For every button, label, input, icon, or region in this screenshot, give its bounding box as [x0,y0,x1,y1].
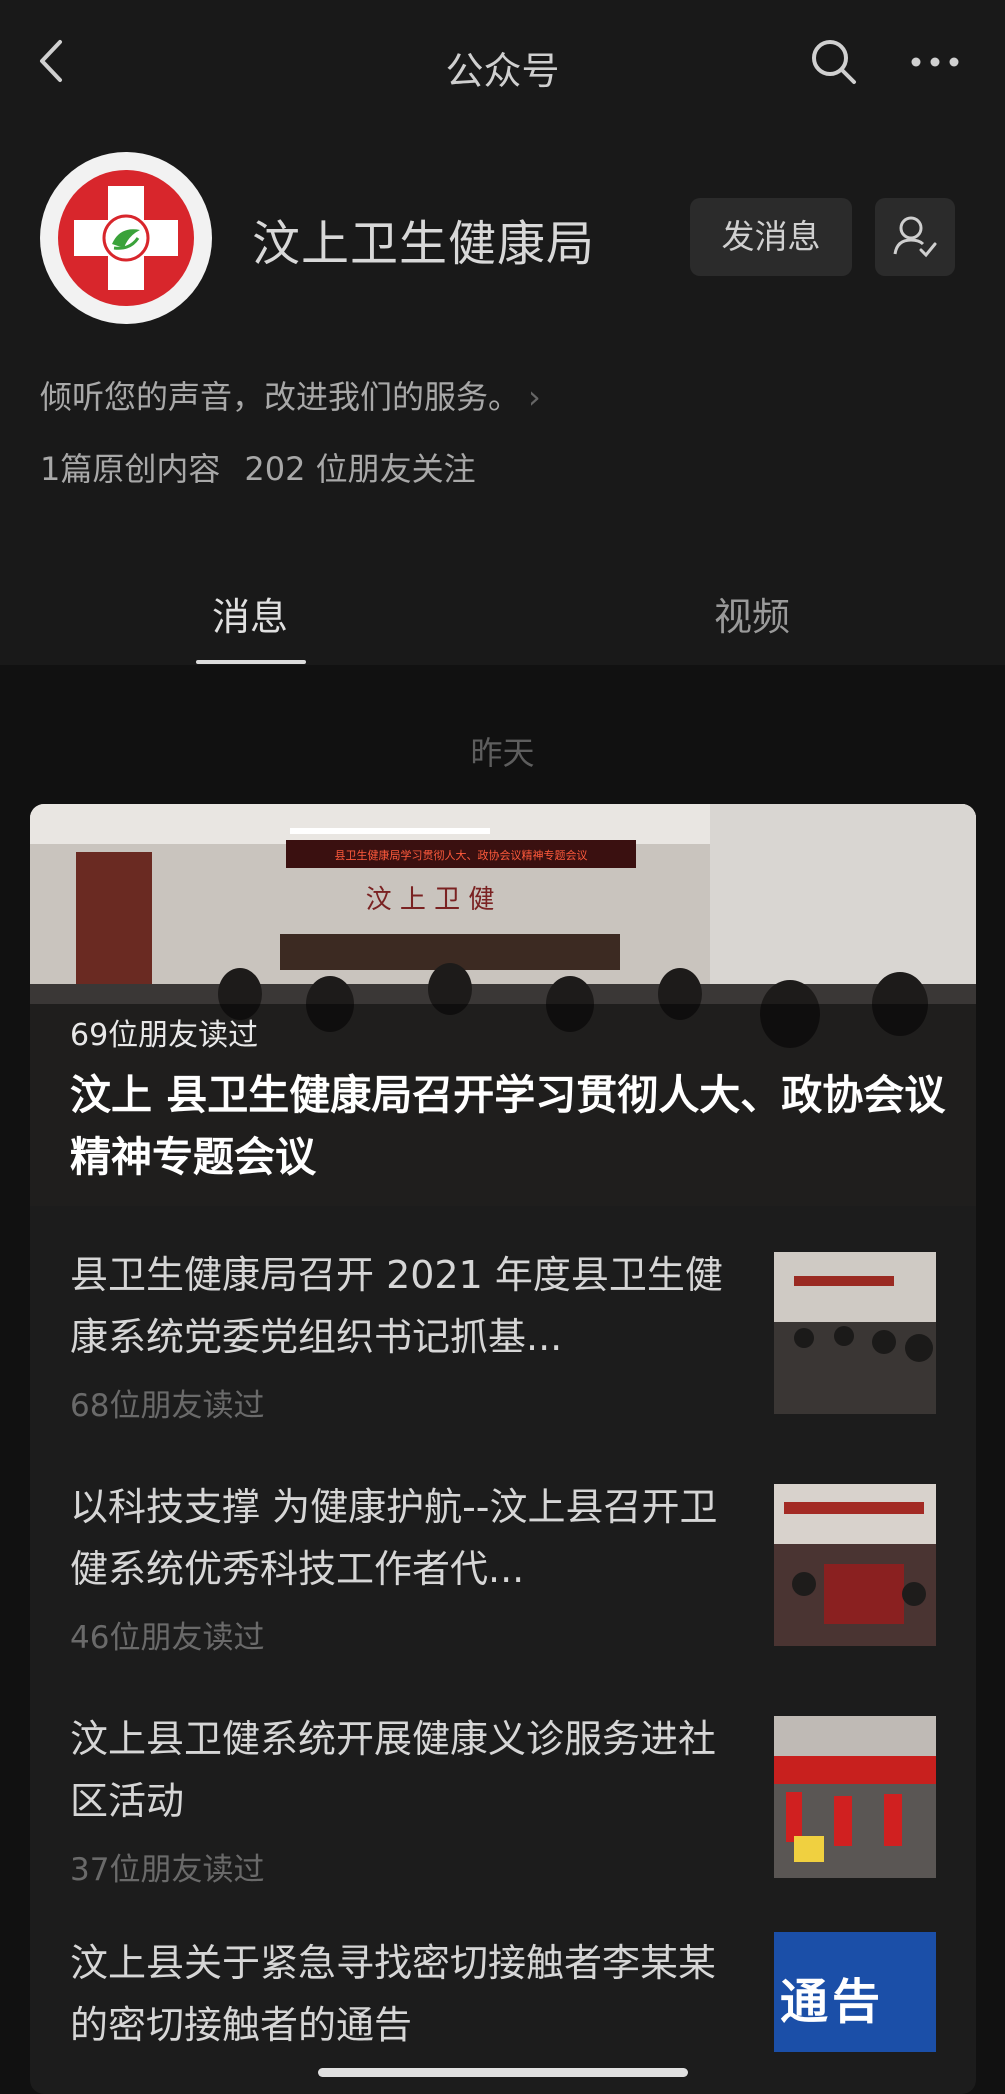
original-content-count: 1篇原创内容 [40,450,221,488]
article-read-count: 46位朋友读过 [70,1620,265,1656]
home-indicator[interactable] [318,2068,688,2077]
chevron-right-icon: › [528,378,541,416]
more-options-icon[interactable] [908,40,962,84]
user-check-icon [893,216,937,258]
account-avatar[interactable] [40,152,212,324]
article-title[interactable]: 县卫生健康局召开 2021 年度县卫生健康系统党委党组织书记抓基... [70,1244,730,1368]
follower-count: 202 位朋友关注 [244,450,476,488]
tab-videos[interactable]: 视频 [714,586,790,641]
description-text: 倾听您的声音，改进我们的服务。 [40,378,521,416]
account-stats: 1篇原创内容 202 位朋友关注 [40,444,500,490]
hero-read-count: 69位朋友读过 [70,1018,259,1053]
article-read-count: 37位朋友读过 [70,1852,265,1888]
send-message-button[interactable]: 发消息 [690,198,852,276]
article-title[interactable]: 汶上县关于紧急寻找密切接触者李某某的密切接触者的通告 [70,1932,730,2056]
article-title[interactable]: 汶上县卫健系统开展健康义诊服务进社区活动 [70,1708,730,1832]
account-name: 汶上卫生健康局 [252,216,596,272]
article-read-count: 68位朋友读过 [70,1388,265,1424]
profile-header [0,0,1005,665]
article-thumbnail[interactable] [774,1252,936,1414]
hero-article-title[interactable]: 汶上 县卫生健康局召开学习贯彻人大、政协会议精神专题会议 [70,1064,950,1188]
article-title[interactable]: 以科技支撑 为健康护航--汶上县召开卫健系统优秀科技工作者代... [70,1476,730,1600]
notice-thumbnail-text: 通告 [780,1974,885,2030]
tab-messages[interactable]: 消息 [212,586,288,641]
wall-characters-text: 汶 上 卫 健 [366,885,495,915]
article-thumbnail[interactable]: 通告 [774,1932,936,2052]
article-thumbnail[interactable] [774,1484,936,1646]
search-icon[interactable] [808,36,858,86]
article-thumbnail[interactable] [774,1716,936,1878]
date-separator: 昨天 [470,734,535,772]
active-tab-indicator [196,660,306,664]
meeting-banner-text: 县卫生健康局学习贯彻人大、政协会议精神专题会议 [335,848,588,862]
followed-status-button[interactable] [875,198,955,276]
account-description[interactable]: 倾听您的声音，改进我们的服务。 › [40,372,541,418]
health-bureau-logo-icon [58,170,194,306]
